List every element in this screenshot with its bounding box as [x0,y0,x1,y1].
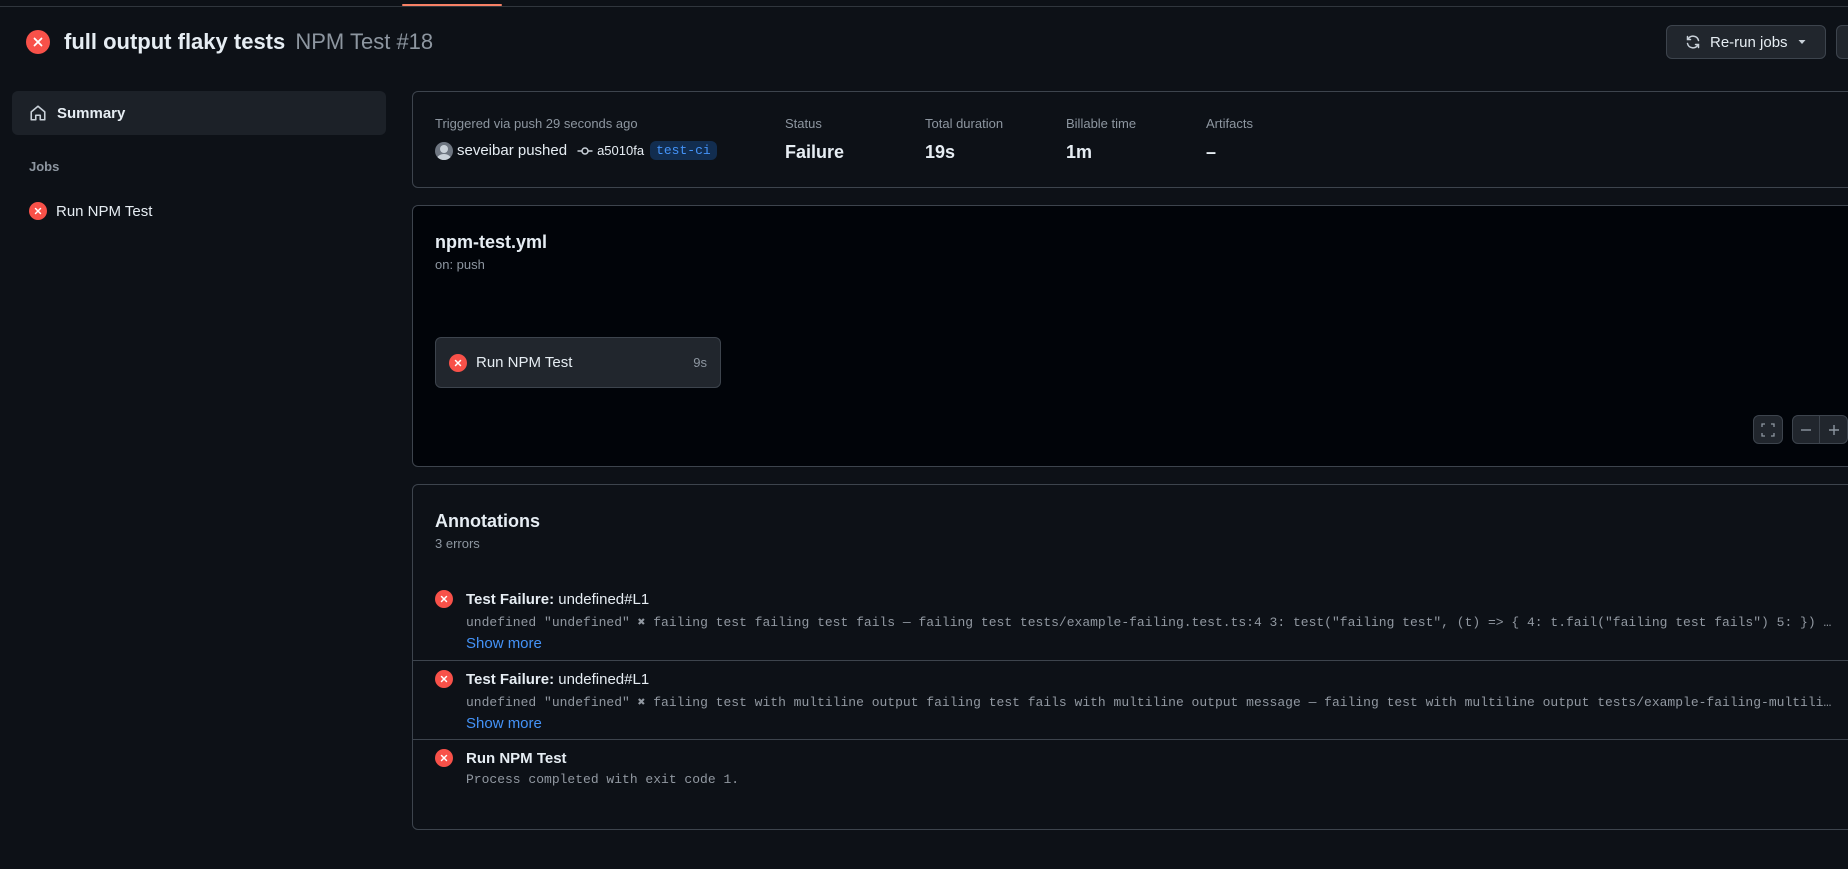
annotation-title: Test Failure: [466,671,555,688]
page-title: full output flaky tests NPM Test #18 [64,29,433,55]
sidebar-item-summary[interactable]: Summary [12,91,386,135]
failure-x-icon [29,202,47,220]
triangle-down-icon [1798,40,1806,44]
annotation-message: undefined "undefined" ✖ failing test fai… [466,615,1832,630]
run-summary-panel: Triggered via push 29 seconds ago seveib… [412,91,1848,188]
duration-info: Total duration 19s [925,116,1003,163]
rerun-jobs-label: Re-run jobs [1710,33,1788,51]
git-commit-icon [577,146,593,155]
failure-x-icon [435,670,453,688]
workflow-trigger: on: push [435,257,485,272]
annotation-item: Test Failure: undefined#L1 undefined "un… [413,660,1848,742]
more-actions-button[interactable] [1836,25,1848,59]
failure-x-icon [26,30,50,54]
run-header: full output flaky tests NPM Test #18 Re-… [0,7,1848,77]
annotation-message: Process completed with exit code 1. [466,772,740,787]
status-label: Status [785,116,822,131]
failure-x-icon [449,353,467,372]
annotation-item: Run NPM Test Process completed with exit… [413,739,1848,809]
annotation-heading: Test Failure: undefined#L1 [466,591,649,608]
billable-value: 1m [1066,142,1093,162]
workflow-graph-panel: npm-test.yml on: push Run NPM Test 9s [412,205,1848,467]
plus-icon [1828,424,1839,435]
annotation-location: undefined#L1 [558,671,650,688]
zoom-controls [1792,415,1848,444]
show-more-link[interactable]: Show more [466,635,542,652]
job-node-duration: 9s [693,355,707,370]
annotations-panel: Annotations 3 errors Test Failure: undef… [412,484,1848,830]
annotation-title: Test Failure: [466,591,555,608]
rerun-jobs-button[interactable]: Re-run jobs [1666,25,1826,59]
sidebar-summary-label: Summary [57,104,126,122]
duration-label: Total duration [925,116,1004,131]
sidebar-item-run-npm-test[interactable]: Run NPM Test [12,199,386,223]
sync-icon [1686,35,1700,49]
annotations-count: 3 errors [435,536,480,551]
sidebar-job-label: Run NPM Test [56,202,153,220]
jobs-heading: Jobs [29,159,60,174]
show-more-link[interactable]: Show more [466,715,542,732]
annotation-location: undefined#L1 [558,591,650,608]
trigger-info: Triggered via push 29 seconds ago seveib… [435,116,717,160]
artifacts-value: – [1206,142,1217,162]
workflow-file-name[interactable]: npm-test.yml [435,232,547,253]
commit-sha-link[interactable]: a5010fa [597,143,644,158]
annotation-title: Run NPM Test [466,750,567,767]
branch-badge[interactable]: test-ci [650,141,717,160]
home-icon [30,105,46,121]
duration-value: 19s [925,142,956,162]
annotation-message: undefined "undefined" ✖ failing test wit… [466,695,1832,710]
top-tab-strip [0,0,1848,7]
status-info: Status Failure [785,116,844,163]
screen-full-icon [1761,422,1775,437]
job-node-label: Run NPM Test [476,354,573,371]
annotation-item: Test Failure: undefined#L1 undefined "un… [413,581,1848,663]
trigger-text: Triggered via push 29 seconds ago [435,116,638,131]
billable-info: Billable time 1m [1066,116,1136,163]
failure-x-icon [435,749,453,767]
artifacts-info: Artifacts – [1206,116,1253,163]
fullscreen-button[interactable] [1753,415,1783,444]
zoom-in-button[interactable] [1820,416,1847,443]
run-label: NPM Test #18 [295,29,434,54]
status-value: Failure [785,142,845,162]
annotation-heading: Run NPM Test [466,750,567,767]
avatar[interactable] [435,141,453,160]
workflow-title: full output flaky tests [64,29,286,54]
failure-x-icon [435,590,453,608]
job-node-run-npm-test[interactable]: Run NPM Test 9s [435,337,721,388]
actor-text: seveibar pushed [457,142,568,159]
annotation-heading: Test Failure: undefined#L1 [466,671,649,688]
artifacts-label: Artifacts [1206,116,1253,131]
sidebar: Summary Jobs Run NPM Test [12,91,386,223]
active-tab-indicator [402,4,502,6]
zoom-out-button[interactable] [1793,416,1821,443]
annotations-title: Annotations [435,511,540,531]
billable-label: Billable time [1066,116,1137,131]
dash-icon [1801,428,1811,431]
